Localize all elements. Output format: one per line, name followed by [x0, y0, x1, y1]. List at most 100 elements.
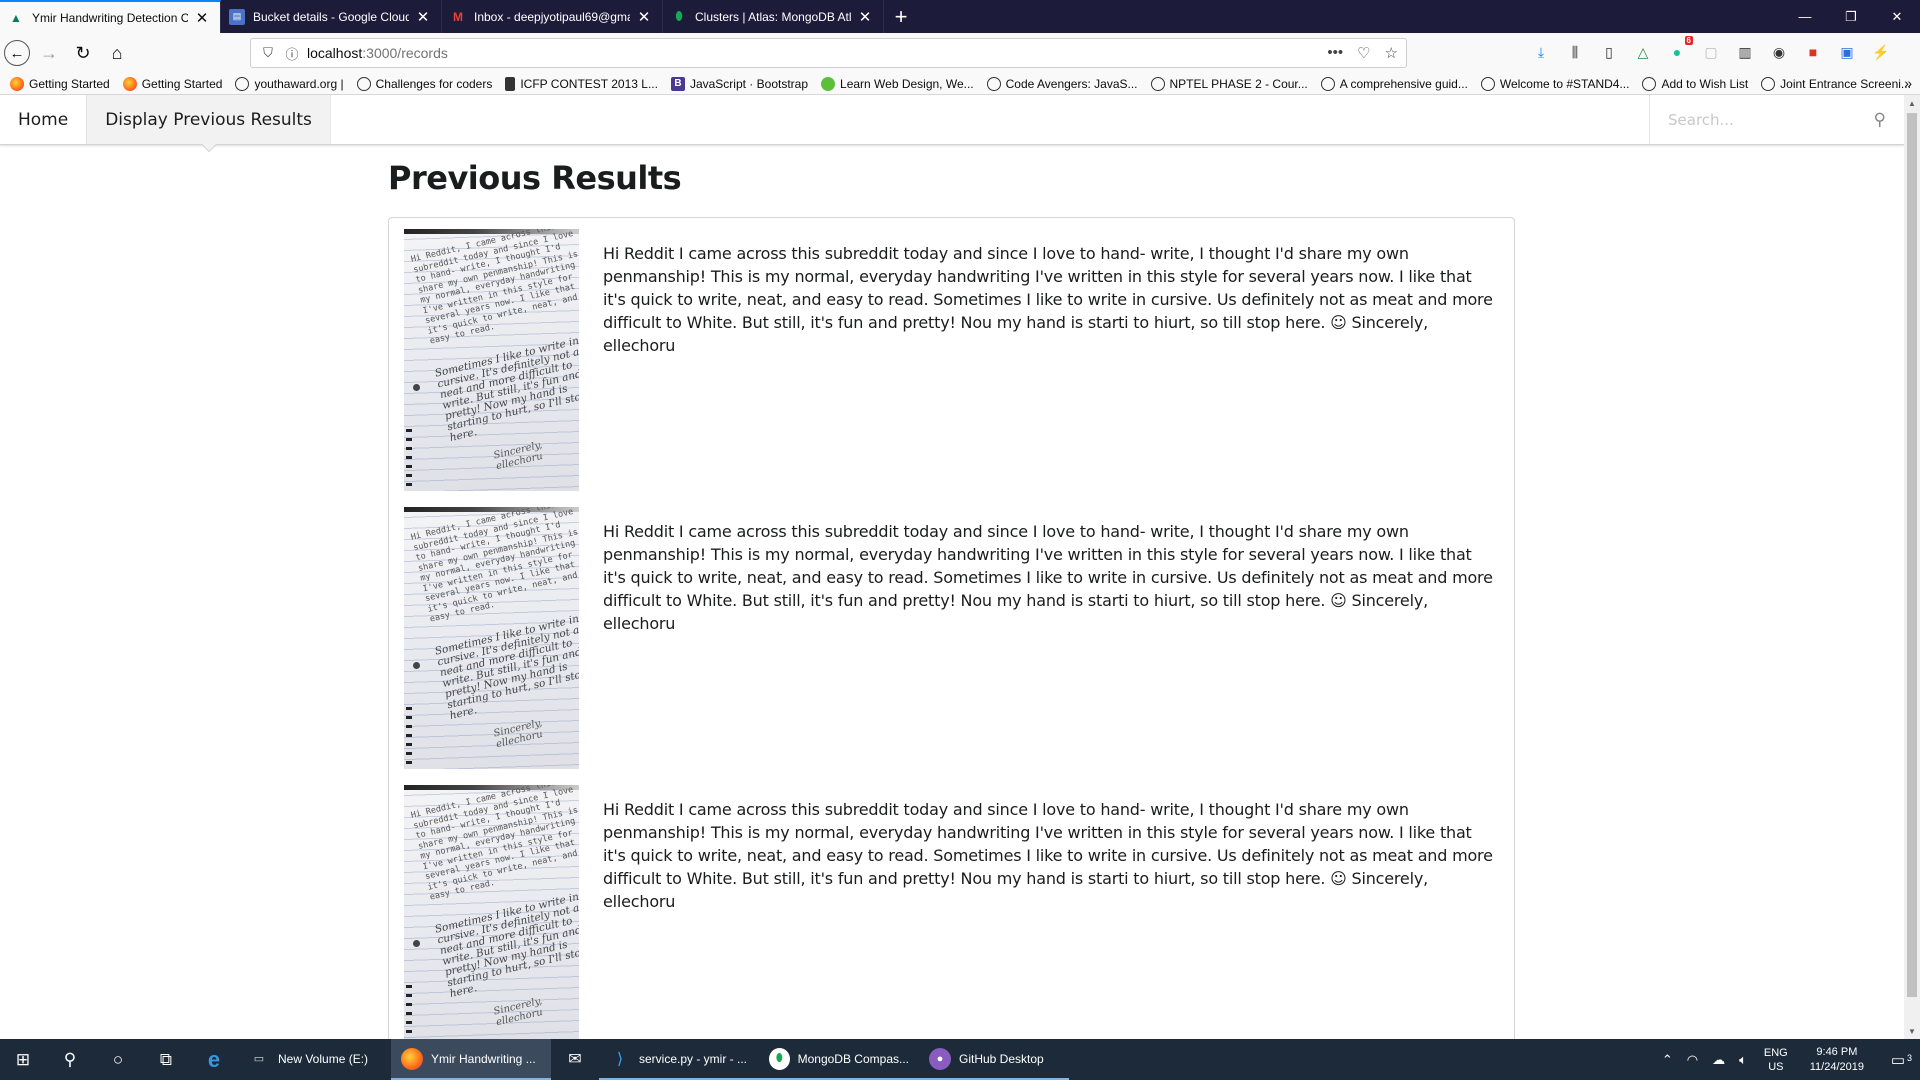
bookmark-item[interactable]: Getting Started [10, 76, 110, 91]
taskbar-app-github-desktop[interactable]: ● GitHub Desktop [919, 1039, 1069, 1080]
taskbar-app-vscode[interactable]: ⟩ service.py - ymir - ... [599, 1039, 759, 1080]
tab-mongodb-atlas[interactable]: ⬮ Clusters | Atlas: MongoDB Atlas ✕ [663, 0, 884, 33]
library-icon[interactable]: ⫼ [1564, 41, 1586, 63]
tab-google-cloud[interactable]: ▤ Bucket details - Google Cloud P ✕ [221, 0, 442, 33]
bookmark-item[interactable]: Challenges for coders [356, 76, 492, 91]
close-icon[interactable]: ✕ [194, 9, 210, 27]
leaf-icon [821, 76, 836, 91]
close-icon[interactable]: ✕ [857, 8, 873, 26]
reload-button[interactable]: ↻ [68, 38, 98, 68]
chevron-up-icon[interactable]: ⌃ [1662, 1052, 1673, 1068]
shield-icon[interactable]: ⛉ [259, 45, 277, 61]
bookmark-item[interactable]: Learn Web Design, We... [821, 76, 974, 91]
cortana-icon[interactable]: ○ [94, 1039, 142, 1080]
bookmark-item[interactable]: ICFP CONTEST 2013 L... [505, 76, 658, 91]
bookmark-item[interactable]: Welcome to #STAND4... [1480, 76, 1629, 91]
close-icon[interactable]: ✕ [415, 8, 431, 26]
extension-barcode-icon[interactable]: ▥ [1734, 41, 1756, 63]
extension-grammarly-icon[interactable]: ● 6 [1666, 36, 1693, 63]
language-indicator[interactable]: ENG US [1764, 1046, 1788, 1074]
page-title: Previous Results [388, 159, 682, 197]
windows-taskbar: ⊞ ⚲ ○ ⧉ e ▭ New Volume (E:) Ymir Handwri… [0, 1039, 1920, 1080]
page-scrollbar[interactable]: ▲ ▼ [1904, 95, 1920, 1039]
minimize-button[interactable]: — [1782, 0, 1828, 33]
bookmark-item[interactable]: Code Avengers: JavaS... [986, 76, 1138, 91]
tab-title: Inbox - deepjyotipaul69@gmail [474, 9, 630, 24]
system-clock[interactable]: 9:46 PM 11/24/2019 [1810, 1045, 1864, 1075]
forward-button[interactable]: → [34, 38, 64, 68]
edge-icon[interactable]: e [190, 1039, 238, 1080]
bookmark-item[interactable]: youthaward.org | [235, 76, 344, 91]
extension-blank-icon[interactable]: ▢ [1700, 41, 1722, 63]
onedrive-cloud-icon[interactable]: ☁ [1712, 1052, 1725, 1068]
globe-icon [356, 76, 371, 91]
taskbar-app-firefox[interactable]: Ymir Handwriting ... [391, 1039, 551, 1080]
bookmark-item[interactable]: A comprehensive guid... [1320, 76, 1468, 91]
search-icon[interactable]: ⚲ [46, 1039, 94, 1080]
nav-home[interactable]: Home [0, 95, 88, 144]
mongodb-icon: ⬮ [769, 1047, 790, 1070]
close-window-button[interactable]: ✕ [1874, 0, 1920, 33]
handwriting-image[interactable]: Hi Reddit, I came across this subreddit … [404, 229, 579, 491]
back-button[interactable]: ← [4, 40, 30, 66]
extension-red-icon[interactable]: ■ [1802, 41, 1824, 63]
extension-triangle-icon[interactable]: △ [1632, 41, 1654, 63]
search-input[interactable] [1668, 110, 1874, 129]
extension-lightning-icon[interactable]: ⚡ [1870, 41, 1892, 63]
handwriting-image[interactable]: Hi Reddit, I came across this subreddit … [404, 507, 579, 769]
account-icon[interactable]: ◉ [1768, 41, 1790, 63]
url-bar[interactable]: ⛉ ⓘ localhost:3000/records ••• ♡ ☆ [250, 38, 1407, 68]
taskbar-app-mail[interactable]: ✉ [551, 1039, 599, 1080]
home-button[interactable]: ⌂ [102, 38, 132, 68]
tab-title: Bucket details - Google Cloud P [253, 9, 409, 24]
handwriting-image[interactable]: Hi Reddit, I came across this subreddit … [404, 785, 579, 1039]
menu-icon[interactable]: ☰ [1916, 41, 1920, 63]
url-host: localhost [307, 45, 363, 61]
notification-center-icon[interactable]: ▭ 3 [1876, 1051, 1920, 1069]
record-text: Hi Reddit I came across this subreddit t… [603, 522, 1493, 633]
firefox-icon [401, 1047, 423, 1070]
scroll-down-icon[interactable]: ▼ [1904, 1023, 1920, 1039]
scroll-up-icon[interactable]: ▲ [1904, 95, 1920, 111]
nav-display-previous-results[interactable]: Display Previous Results [87, 95, 331, 144]
mail-icon: ✉ [568, 1050, 582, 1068]
vscode-icon: ⟩ [616, 1050, 624, 1068]
restore-button[interactable]: ❐ [1828, 0, 1874, 33]
info-icon[interactable]: ⓘ [283, 44, 301, 63]
bookmark-item[interactable]: B JavaScript · Bootstrap [670, 76, 808, 91]
page-actions-icon[interactable]: ••• [1327, 44, 1343, 62]
google-cloud-icon: ▤ [229, 8, 245, 25]
task-view-icon[interactable]: ⧉ [142, 1039, 190, 1080]
extension-translate-icon[interactable]: ▣ [1836, 41, 1858, 63]
ymir-icon: ▲ [10, 10, 22, 25]
search-icon[interactable]: ⚲ [1874, 110, 1886, 130]
tab-gmail[interactable]: M Inbox - deepjyotipaul69@gmail ✕ [442, 0, 663, 33]
taskbar-app-mongodb-compass[interactable]: ⬮ MongoDB Compas... [759, 1039, 919, 1080]
bookmark-item[interactable]: Add to Wish List [1642, 76, 1748, 91]
bookmark-item[interactable]: Getting Started [122, 76, 222, 91]
tab-title: Clusters | Atlas: MongoDB Atlas [695, 9, 851, 24]
tab-ymir[interactable]: ▲ Ymir Handwriting Detection Ce ✕ [0, 0, 221, 33]
bookmark-star-icon[interactable]: ☆ [1385, 44, 1398, 62]
bookmark-item[interactable]: NPTEL PHASE 2 - Cour... [1150, 76, 1308, 91]
browser-tab-bar: ▲ Ymir Handwriting Detection Ce ✕ ▤ Buck… [0, 0, 1920, 33]
url-path: :3000/records [362, 45, 448, 61]
volume-icon[interactable]: 🔈︎ [1739, 1052, 1747, 1068]
windows-start-icon[interactable]: ⊞ [0, 1039, 46, 1080]
new-tab-button[interactable]: + [884, 0, 918, 33]
sidebar-icon[interactable]: ▯ [1598, 41, 1620, 63]
globe-icon [1642, 76, 1657, 91]
tab-title: Ymir Handwriting Detection Ce [32, 10, 188, 25]
firefox-icon [10, 76, 24, 91]
download-icon[interactable]: ⤓ [1530, 41, 1552, 63]
globe-icon [1480, 76, 1495, 91]
globe-icon [1320, 76, 1335, 91]
taskbar-app-explorer[interactable]: ▭ New Volume (E:) [238, 1039, 391, 1080]
scrollbar-thumb[interactable] [1907, 113, 1917, 997]
close-icon[interactable]: ✕ [636, 8, 652, 26]
bookmark-item[interactable]: Joint Entrance Screeni... [1761, 76, 1911, 91]
pocket-icon[interactable]: ♡ [1357, 44, 1370, 62]
extension-badge: 6 [1684, 36, 1693, 45]
chevron-right-double-icon[interactable]: » [1904, 75, 1912, 91]
wifi-icon[interactable]: ◠ [1687, 1052, 1698, 1068]
